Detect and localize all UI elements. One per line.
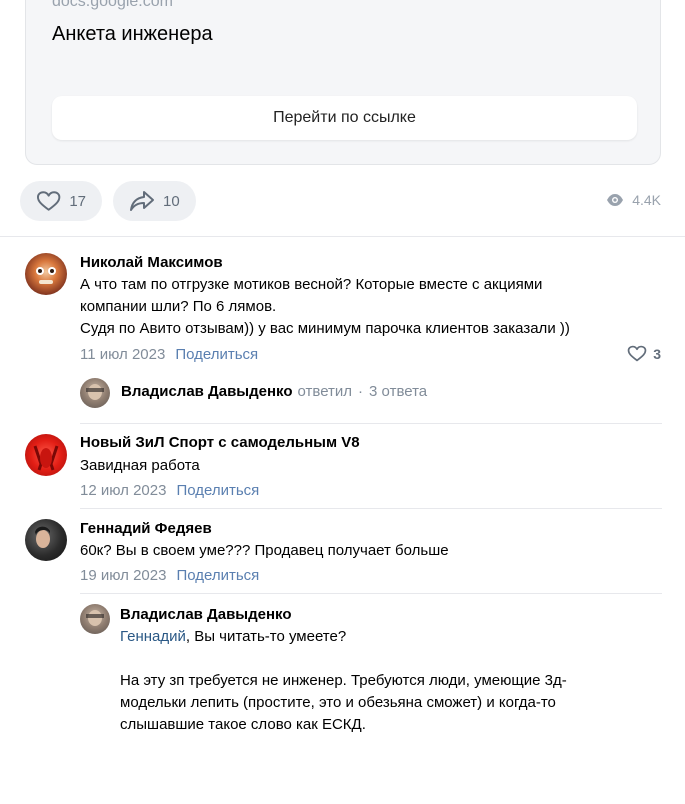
comment-author[interactable]: Новый ЗиЛ Спорт с самодельным V8	[80, 434, 360, 451]
reply-avatar[interactable]	[80, 604, 110, 634]
comment-share-link[interactable]: Поделиться	[175, 346, 258, 363]
link-card[interactable]: docs.google.com Анкета инженера Перейти …	[25, 0, 661, 165]
divider	[0, 236, 685, 237]
comment-author[interactable]: Николай Максимов	[80, 254, 223, 271]
comment-share-link[interactable]: Поделиться	[176, 482, 259, 499]
link-title: Анкета инженера	[52, 23, 213, 45]
divider	[80, 593, 662, 594]
comment-text-line: Завидная работа	[80, 457, 200, 474]
like-count: 17	[69, 192, 86, 210]
reply-text-line: На эту зп требуется не инженер. Требуютс…	[120, 672, 567, 689]
comment-meta: 19 июл 2023 Поделиться	[80, 567, 259, 584]
open-link-button[interactable]: Перейти по ссылке	[52, 96, 637, 140]
comment-text-line: компании шли? По 6 лямов.	[80, 298, 277, 315]
divider	[80, 508, 662, 509]
comment-meta: 12 июл 2023 Поделиться	[80, 482, 259, 499]
avatar[interactable]	[25, 253, 67, 295]
share-arrow-icon	[130, 191, 154, 211]
reply-action: ответил	[297, 383, 353, 400]
avatar[interactable]	[25, 519, 67, 561]
reply-first-line: Геннадий, Вы читать-то умеете?	[120, 626, 567, 648]
reply-summary[interactable]: Владислав Давыденко ответил · 3 ответа	[121, 383, 427, 400]
avatar[interactable]	[25, 434, 67, 476]
share-button[interactable]: 10	[113, 181, 196, 221]
comment-date[interactable]: 11 июл 2023	[80, 346, 165, 363]
comment-share-link[interactable]: Поделиться	[176, 567, 259, 584]
share-count: 10	[163, 192, 180, 210]
comment-text-line: Судя по Авито отзывам)) у вас минимум па…	[80, 320, 570, 337]
comment-date[interactable]: 19 июл 2023	[80, 567, 166, 584]
link-domain: docs.google.com	[52, 0, 173, 10]
comment-text-line: А что там по отгрузке мотиков весной? Ко…	[80, 276, 543, 293]
reply-first-line-text: , Вы читать-то умеете?	[185, 628, 347, 645]
comment-date[interactable]: 12 июл 2023	[80, 482, 166, 499]
reply-text-line: слышавшие такое слово как ЕСКД.	[120, 716, 366, 733]
views-count: 4.4K	[632, 192, 661, 208]
reply-text: Геннадий, Вы читать-то умеете? На эту зп…	[120, 626, 567, 736]
views-counter: 4.4K	[606, 192, 661, 208]
comment-text: А что там по отгрузке мотиков весной? Ко…	[80, 274, 570, 340]
replies-count[interactable]: 3 ответа	[369, 383, 427, 400]
like-button[interactable]: 17	[20, 181, 102, 221]
comment-text: Завидная работа	[80, 455, 200, 477]
comment-author[interactable]: Геннадий Федяев	[80, 520, 212, 537]
heart-icon	[36, 191, 61, 211]
reply-text-line: модельки лепить (простите, это и обезьян…	[120, 694, 556, 711]
comment-like-count: 3	[653, 345, 661, 362]
reply-author[interactable]: Владислав Давыденко	[121, 383, 293, 400]
comment-text-line: 60к? Вы в своем уме??? Продавец получает…	[80, 542, 449, 559]
separator-dot: ·	[358, 383, 364, 400]
comment-text: 60к? Вы в своем уме??? Продавец получает…	[80, 540, 449, 562]
mention-link[interactable]: Геннадий	[120, 628, 186, 645]
reply-author[interactable]: Владислав Давыденко	[120, 606, 292, 623]
reply-avatar[interactable]	[80, 378, 110, 408]
divider	[80, 423, 662, 424]
comment-like-button[interactable]: 3	[627, 345, 661, 362]
heart-icon	[627, 345, 647, 362]
eye-icon	[607, 194, 624, 206]
comment-meta: 11 июл 2023 Поделиться	[80, 346, 258, 363]
